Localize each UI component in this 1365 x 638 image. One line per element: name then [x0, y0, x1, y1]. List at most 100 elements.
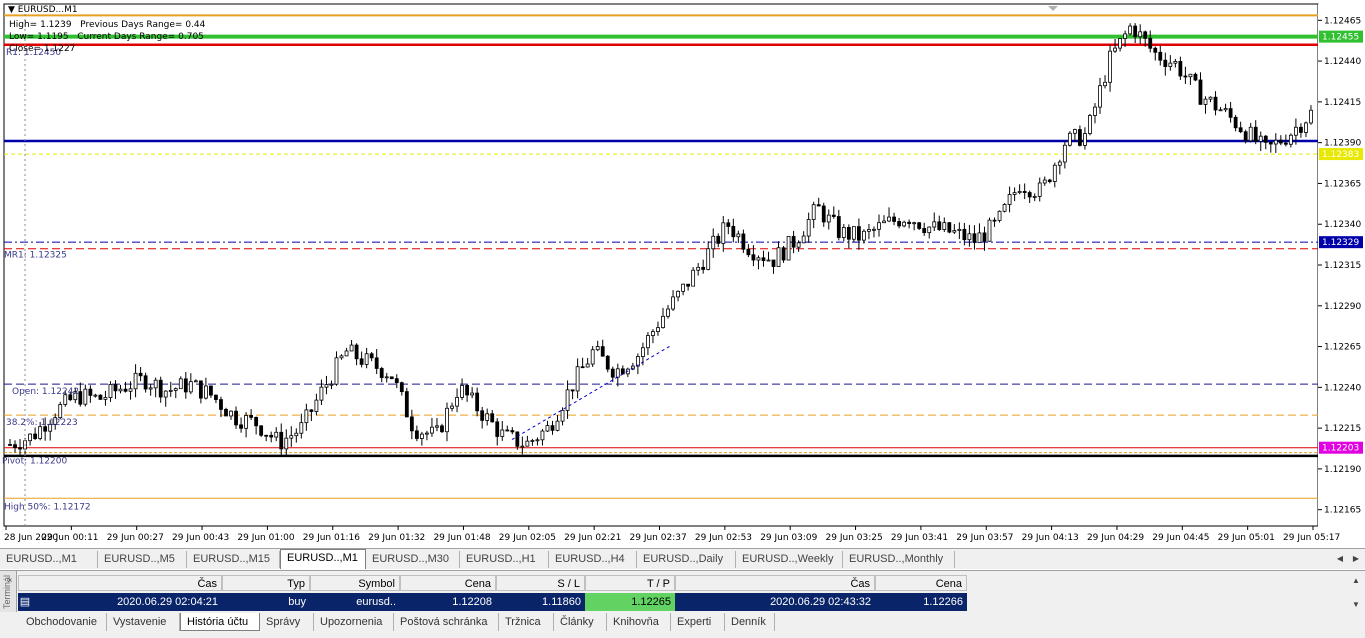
candle-up [299, 422, 304, 434]
candle-up [1088, 115, 1092, 134]
candle-down [1163, 59, 1168, 67]
tab-market[interactable]: Tržnica [499, 613, 554, 631]
candle-up [284, 437, 289, 450]
candle-up [344, 350, 349, 357]
collapse-arrow-icon[interactable]: ▼ [8, 5, 15, 15]
chart-symbol: EURUSD...M1 [17, 5, 78, 15]
candle-up [862, 230, 866, 241]
price-marker-label: 1.12203 [1322, 444, 1359, 454]
candle-up [1012, 192, 1017, 195]
tab-journal[interactable]: Denník [725, 613, 775, 631]
tab-h1[interactable]: EURUSD..,H1 [460, 551, 549, 568]
candle-up [58, 404, 63, 419]
candle-up [736, 233, 741, 238]
tab-m30[interactable]: EURUSD..,M30 [366, 551, 460, 568]
col-tp[interactable]: T / P [585, 575, 675, 591]
col-open-price[interactable]: Cena [400, 575, 496, 591]
tab-account-history[interactable]: História účtu [180, 613, 260, 631]
tab-alerts[interactable]: Upozornenia [314, 613, 394, 631]
candle-up [460, 385, 464, 398]
candle-down [1193, 73, 1198, 81]
candle-up [364, 353, 369, 365]
info-low: Low= 1.1195 Current Days Range= 0.705 [9, 32, 204, 42]
candle-up [1072, 129, 1077, 134]
terminal-close-icon[interactable]: × [4, 575, 16, 587]
candle-up [776, 247, 781, 267]
tab-weekly[interactable]: EURUSD..,Weekly [736, 551, 843, 568]
tab-m1-active[interactable]: EURUSD..,M1 [280, 549, 366, 569]
tab-articles[interactable]: Články [554, 613, 607, 631]
tab-monthly[interactable]: EURUSD..,Monthly [843, 551, 955, 568]
candle-down [937, 221, 942, 230]
candle-down [183, 378, 188, 393]
candle-down [781, 247, 786, 261]
candle-down [1213, 96, 1218, 111]
candle-down [982, 232, 987, 242]
col-symbol[interactable]: Symbol [310, 575, 400, 591]
candle-up [540, 430, 545, 441]
scroll-down-icon[interactable]: ▼ [1350, 599, 1362, 611]
col-type[interactable]: Typ [222, 575, 310, 591]
tab-scroll-right-icon[interactable]: ▶ [1350, 553, 1362, 565]
tab-daily[interactable]: EURUSD..,Daily [637, 551, 736, 568]
candle-up [786, 236, 791, 261]
x-tick-label: 29 Jun 01:00 [237, 533, 294, 543]
level-label: High 50%: 1.12172 [4, 502, 91, 512]
tab-m15[interactable]: EURUSD..,M15 [187, 551, 280, 568]
info-current-range: Current Days Range= 0.705 [77, 32, 204, 42]
candle-down [249, 415, 254, 418]
candle-up [882, 220, 886, 224]
col-close-price[interactable]: Cena [875, 575, 967, 591]
x-tick-label: 29 Jun 03:41 [891, 533, 948, 543]
candle-down [369, 353, 374, 359]
candle-down [1143, 31, 1148, 39]
candle-down [309, 409, 314, 412]
candle-up [535, 439, 540, 442]
table-row[interactable]: ▤ 2020.06.29 02:04:21 buy eurusd.. 1.122… [18, 593, 967, 611]
candle-down [98, 394, 103, 400]
candle-up [560, 409, 565, 422]
candle-up [1173, 61, 1178, 64]
candle-down [1238, 127, 1243, 133]
tab-h4[interactable]: EURUSD..,H4 [549, 551, 637, 568]
col-sl[interactable]: S / L [496, 575, 585, 591]
chart-area[interactable]: R1: 1.12450 MR1: 1.12325 Open: 1.12242 38.2… [0, 0, 1365, 548]
candle-up [1258, 135, 1263, 142]
tab-library[interactable]: Knihovňa [607, 613, 671, 631]
tab-mailbox[interactable]: Poštová schránka [394, 613, 499, 631]
candle-up [867, 229, 871, 232]
tab-experts[interactable]: Experti [671, 613, 725, 631]
tab-trade[interactable]: Obchodovanie [20, 613, 107, 631]
candle-up [1273, 139, 1278, 145]
col-open-time[interactable]: Čas [18, 575, 222, 591]
candle-down [404, 391, 409, 418]
candle-up [435, 425, 439, 428]
x-tick-label: 29 Jun 04:13 [1022, 533, 1079, 543]
candle-up [525, 440, 530, 447]
cell-open-price: 1.12208 [452, 596, 492, 608]
candle-up [1208, 96, 1213, 100]
candle-up [1203, 98, 1208, 105]
x-tick-label: 29 Jun 02:53 [695, 533, 752, 543]
scroll-up-icon[interactable]: ▲ [1350, 575, 1362, 587]
candle-up [796, 242, 801, 248]
price-chart[interactable]: R1: 1.12450MR1: 1.12325Open: 1.1224238.2… [0, 0, 1365, 548]
candle-up [289, 435, 294, 439]
tab-news[interactable]: Správy [260, 613, 314, 631]
tab-scroll-left-icon[interactable]: ◀ [1334, 553, 1346, 565]
candle-up [987, 219, 992, 242]
candle-up [108, 383, 113, 398]
candle-up [766, 259, 771, 262]
price-marker-label: 1.12455 [1322, 33, 1359, 43]
candle-up [912, 222, 917, 225]
col-close-time[interactable]: Čas [675, 575, 875, 591]
tab-m1-a[interactable]: EURUSD..,M1 [0, 551, 98, 568]
candle-down [1233, 116, 1238, 129]
tab-m5[interactable]: EURUSD..,M5 [98, 551, 187, 568]
candle-up [545, 425, 550, 432]
y-tick-label: 1.12315 [1324, 261, 1361, 271]
candle-up [651, 331, 655, 336]
candle-down [1268, 141, 1273, 145]
candle-up [1248, 126, 1253, 142]
tab-exposure[interactable]: Vystavenie [107, 613, 180, 631]
